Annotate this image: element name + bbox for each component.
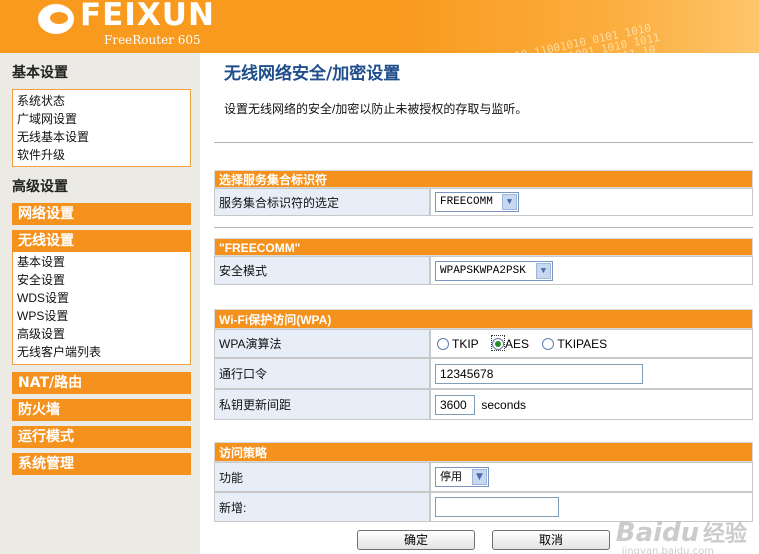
watermark-jingyan: 经验 <box>702 522 747 547</box>
radio-aes[interactable] <box>492 337 505 350</box>
advanced-settings-title: 高级设置 <box>12 179 68 195</box>
add-mac-input[interactable] <box>435 497 559 517</box>
freecomm-section: "FREECOMM" 安全模式 WPAPSKWPA2PSK ▼ <box>214 238 753 285</box>
divider <box>214 142 753 143</box>
sidebar-item-firmware-upgrade[interactable]: 软件升级 <box>13 146 190 164</box>
sidebar-cat-firewall[interactable]: 防火墙 <box>12 399 191 421</box>
security-mode-table: 安全模式 WPAPSKWPA2PSK ▼ <box>214 256 753 285</box>
ok-button[interactable]: 确定 <box>357 530 475 550</box>
model-name: FreeRouter 605 <box>104 33 201 47</box>
brand-logo-text: FEIXUN <box>80 0 215 33</box>
rekey-interval-input[interactable] <box>435 394 475 415</box>
watermark-brand: Baidu <box>615 518 700 548</box>
basic-settings-menu: 系统状态 广域网设置 无线基本设置 软件升级 <box>12 89 191 167</box>
baidu-watermark: Baidu 经验 jingyan.baidu.com <box>615 516 747 554</box>
ssid-select-value: FREECOMM <box>440 196 493 208</box>
page-description: 设置无线网络的安全/加密以防止未被授权的存取与监听。 <box>224 102 528 116</box>
security-mode-label: 安全模式 <box>214 256 430 285</box>
radio-tkipaes[interactable] <box>542 337 555 350</box>
sidebar-cat-network[interactable]: 网络设置 <box>12 203 191 225</box>
sidebar-item-wireless-basic-settings[interactable]: 基本设置 <box>13 253 190 271</box>
chevron-down-icon: ▼ <box>472 469 487 485</box>
radio-aes-label: AES <box>505 336 530 351</box>
sidebar-cat-wireless[interactable]: 无线设置 <box>12 230 191 252</box>
rekey-interval-label: 私钥更新间距 <box>214 389 430 420</box>
ssid-label: 服务集合标识符的选定 <box>214 188 430 216</box>
chevron-down-icon: ▼ <box>502 194 517 210</box>
access-policy-section: 访问策略 功能 停用 ▼ 新增: <box>214 442 753 522</box>
ssid-section: 选择服务集合标识符 服务集合标识符的选定 FREECOMM ▼ <box>214 170 753 216</box>
ssid-table: 服务集合标识符的选定 FREECOMM ▼ <box>214 188 753 216</box>
sidebar-cat-system[interactable]: 系统管理 <box>12 453 191 475</box>
sidebar-item-wan[interactable]: 广域网设置 <box>13 110 190 128</box>
wireless-submenu: 基本设置 安全设置 WDS设置 WPS设置 高级设置 无线客户端列表 <box>12 252 191 365</box>
security-mode-select[interactable]: WPAPSKWPA2PSK ▼ <box>435 260 553 281</box>
divider <box>214 227 753 228</box>
function-select-value: 停用 <box>440 470 462 483</box>
basic-settings-title: 基本设置 <box>12 65 68 81</box>
header-banner: 1010 11001010 0101 1010 100101 0111001 1… <box>0 0 759 53</box>
sidebar-item-client-list[interactable]: 无线客户端列表 <box>13 343 190 361</box>
wpa-section: Wi-Fi保护访问(WPA) WPA演算法 TKIP AES TKIPAES 通… <box>214 309 753 420</box>
rekey-unit: seconds <box>481 397 527 412</box>
freecomm-section-header: "FREECOMM" <box>214 238 753 256</box>
sidebar-item-wireless-basic[interactable]: 无线基本设置 <box>13 128 190 146</box>
sidebar-item-security-settings[interactable]: 安全设置 <box>13 271 190 289</box>
chevron-down-icon: ▼ <box>536 262 551 279</box>
wpa-table: WPA演算法 TKIP AES TKIPAES 通行口令 私钥更新间距 seco… <box>214 329 753 420</box>
radio-tkip[interactable] <box>437 337 449 350</box>
watermark-url: jingyan.baidu.com <box>621 546 715 554</box>
wpa-section-header: Wi-Fi保护访问(WPA) <box>214 309 753 329</box>
ssid-select[interactable]: FREECOMM ▼ <box>435 192 519 212</box>
function-select[interactable]: 停用 ▼ <box>435 467 489 487</box>
access-policy-header: 访问策略 <box>214 442 753 462</box>
radio-tkipaes-label: TKIPAES <box>557 336 608 351</box>
access-policy-table: 功能 停用 ▼ 新增: <box>214 462 753 522</box>
passphrase-input[interactable] <box>435 363 643 384</box>
passphrase-label: 通行口令 <box>214 358 430 389</box>
ssid-section-header: 选择服务集合标识符 <box>214 170 753 188</box>
wpa-algo-label: WPA演算法 <box>214 329 430 358</box>
add-label: 新增: <box>214 492 430 522</box>
sidebar-cat-operation-mode[interactable]: 运行模式 <box>12 426 191 448</box>
sidebar-item-system-status[interactable]: 系统状态 <box>13 92 190 110</box>
main-content: 无线网络安全/加密设置 设置无线网络的安全/加密以防止未被授权的存取与监听。 选… <box>200 53 759 554</box>
radio-tkip-label: TKIP <box>452 336 479 351</box>
sidebar-cat-nat[interactable]: NAT/路由 <box>12 372 191 394</box>
sidebar: 基本设置 系统状态 广域网设置 无线基本设置 软件升级 高级设置 网络设置 无线… <box>0 53 200 554</box>
sidebar-item-wds[interactable]: WDS设置 <box>13 289 190 307</box>
function-label: 功能 <box>214 462 430 492</box>
security-mode-value: WPAPSKWPA2PSK <box>440 264 526 277</box>
sidebar-item-wps[interactable]: WPS设置 <box>13 307 190 325</box>
cancel-button[interactable]: 取消 <box>492 530 610 550</box>
page-title: 无线网络安全/加密设置 <box>224 64 401 84</box>
feixun-logo-icon <box>38 4 74 34</box>
sidebar-item-wireless-advanced[interactable]: 高级设置 <box>13 325 190 343</box>
